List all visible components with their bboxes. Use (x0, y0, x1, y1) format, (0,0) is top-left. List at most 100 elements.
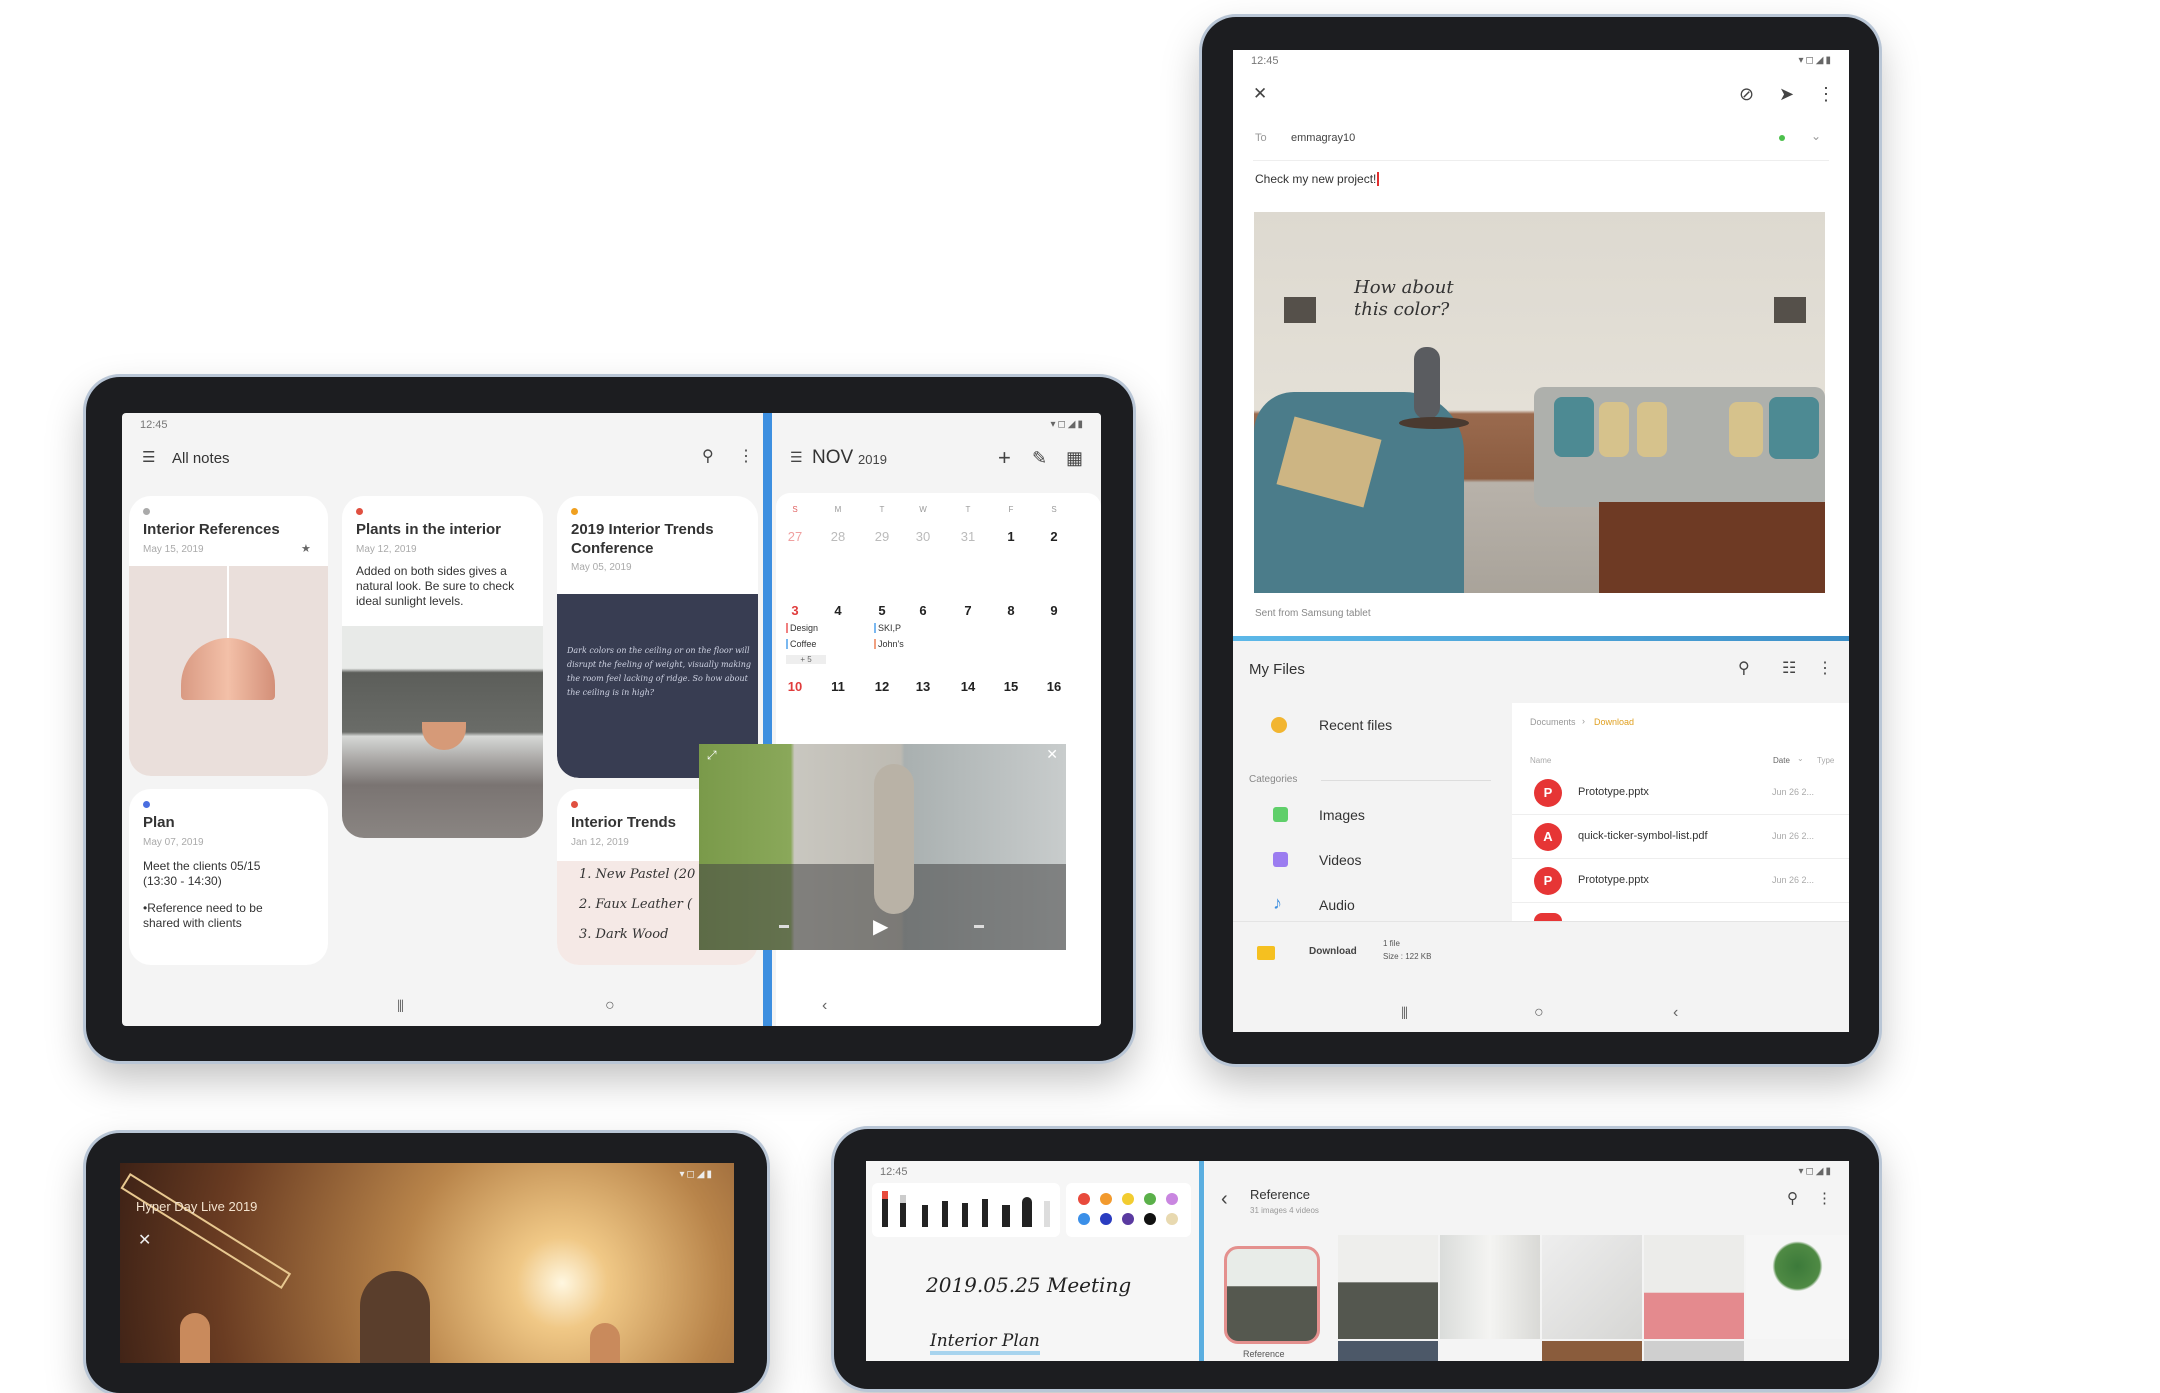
calendar-day[interactable]: 8 (996, 603, 1026, 618)
color-swatch[interactable] (1100, 1193, 1112, 1205)
calendar-day[interactable]: 11 (823, 679, 853, 694)
home-button[interactable]: ○ (605, 997, 615, 1015)
color-swatch[interactable] (1078, 1213, 1090, 1225)
calendar-day[interactable]: 9 (1039, 603, 1069, 618)
rewind-icon[interactable]: ▬ (779, 920, 789, 931)
column-date[interactable]: Date (1773, 756, 1790, 765)
color-swatch[interactable] (1166, 1213, 1178, 1225)
more-options-icon[interactable]: ⋮ (1817, 661, 1833, 677)
column-name[interactable]: Name (1530, 756, 1551, 765)
more-options-icon[interactable]: ⋮ (1817, 1191, 1832, 1206)
calendar-day[interactable]: 6 (908, 603, 938, 618)
search-icon[interactable]: ⚲ (702, 449, 714, 465)
color-swatch[interactable] (1100, 1213, 1112, 1225)
calendar-day[interactable]: 10 (780, 679, 810, 694)
file-row[interactable]: P Prototype.pptx Jun 26 2... (1512, 859, 1849, 903)
search-icon[interactable]: ⚲ (1787, 1191, 1798, 1206)
send-icon[interactable]: ➤ (1779, 85, 1794, 103)
sort-chevron-icon[interactable]: ⌄ (1797, 754, 1804, 763)
color-palette[interactable] (1066, 1183, 1191, 1237)
calendar-day[interactable]: 28 (823, 529, 853, 544)
note-card[interactable]: Interior References May 15, 2019 ★ (129, 496, 328, 776)
color-swatch[interactable] (1166, 1193, 1178, 1205)
file-row[interactable]: A quick-ticker-symbol-list.pdf Jun 26 2.… (1512, 815, 1849, 859)
calendar-day[interactable]: 3 (780, 603, 810, 618)
calendar-day[interactable]: 14 (953, 679, 983, 694)
calendar-day[interactable]: 31 (953, 529, 983, 544)
recents-button[interactable]: ⦀ (1401, 1006, 1408, 1024)
back-button[interactable]: ‹ (822, 997, 827, 1015)
calendar-month[interactable]: NOV (812, 447, 853, 469)
add-icon[interactable]: + (998, 447, 1011, 469)
calendar-icon[interactable]: ▦ (1066, 449, 1083, 467)
note-card[interactable]: 2019 Interior Trends Conference May 05, … (557, 496, 758, 778)
album-thumbnail[interactable] (1224, 1246, 1320, 1344)
back-icon[interactable]: ‹ (1221, 1189, 1228, 1209)
expand-icon[interactable]: ⤢ (707, 748, 717, 763)
photo-thumbnail[interactable] (1440, 1235, 1540, 1339)
calendar-event[interactable]: Design (786, 623, 818, 633)
color-swatch[interactable] (1144, 1193, 1156, 1205)
calendar-event[interactable]: Coffee (786, 639, 816, 649)
calendar-day[interactable]: 16 (1039, 679, 1069, 694)
calendar-day[interactable]: 2 (1039, 529, 1069, 544)
color-swatch[interactable] (1078, 1193, 1090, 1205)
note-card[interactable]: Plan May 07, 2019 Meet the clients 05/15… (129, 789, 328, 965)
recipient-field[interactable]: emmagray10 (1291, 132, 1355, 144)
color-swatch[interactable] (1122, 1213, 1134, 1225)
attach-icon[interactable]: ⊘ (1739, 85, 1754, 103)
home-button[interactable]: ○ (1534, 1004, 1544, 1022)
calendar-day[interactable]: 30 (908, 529, 938, 544)
photo-thumbnail[interactable] (1746, 1235, 1849, 1339)
shrink-icon[interactable]: ✕ (138, 1230, 151, 1250)
category-images[interactable]: Images (1233, 801, 1503, 831)
calendar-day[interactable]: 29 (867, 529, 897, 544)
calendar-day[interactable]: 12 (867, 679, 897, 694)
split-divider[interactable] (1199, 1161, 1204, 1361)
photo-thumbnail[interactable] (1644, 1235, 1744, 1339)
photo-thumbnail[interactable] (1338, 1235, 1438, 1339)
forward-icon[interactable]: ▬ (974, 920, 984, 931)
search-icon[interactable]: ⚲ (1738, 661, 1750, 677)
menu-icon[interactable]: ☰ (142, 450, 155, 465)
file-row[interactable]: P Prototype.pptx Jun 26 2... (1512, 771, 1849, 815)
chevron-down-icon[interactable]: ⌄ (1811, 130, 1821, 142)
back-button[interactable]: ‹ (1673, 1004, 1678, 1022)
more-options-icon[interactable]: ⋮ (738, 449, 754, 465)
calendar-day[interactable]: 15 (996, 679, 1026, 694)
video-screen[interactable]: Hyper Day Live 2019 ✕ ▾◻◢▮ (120, 1163, 734, 1363)
breadcrumb-parent[interactable]: Documents (1530, 717, 1576, 727)
recents-button[interactable]: ⦀ (397, 999, 404, 1017)
photo-thumbnail[interactable] (1338, 1341, 1438, 1361)
menu-icon[interactable]: ☰ (790, 450, 803, 464)
calendar-day[interactable]: 1 (996, 529, 1026, 544)
pen-toolbar[interactable] (872, 1183, 1060, 1237)
calendar-day[interactable]: 5 (867, 603, 897, 618)
color-swatch[interactable] (1144, 1213, 1156, 1225)
recent-files-item[interactable]: Recent files (1233, 711, 1503, 741)
calendar-event[interactable]: SKI,P (874, 623, 901, 633)
calendar-day[interactable]: 4 (823, 603, 853, 618)
category-audio[interactable]: ♪ Audio (1233, 891, 1503, 921)
pip-video[interactable]: ⤢ ✕ ▶ ▬ ▬ (699, 744, 1066, 950)
page-title: All notes (172, 450, 230, 467)
column-type[interactable]: Type (1817, 756, 1834, 765)
calendar-day[interactable]: 7 (953, 603, 983, 618)
more-events-badge[interactable]: + 5 (786, 655, 826, 664)
photo-thumbnail[interactable] (1644, 1341, 1744, 1361)
note-card[interactable]: Plants in the interior May 12, 2019 Adde… (342, 496, 543, 838)
list-view-icon[interactable]: ☷ (1782, 661, 1796, 677)
color-swatch[interactable] (1122, 1193, 1134, 1205)
calendar-event[interactable]: John's (874, 639, 904, 649)
photo-thumbnail[interactable] (1542, 1341, 1642, 1361)
more-options-icon[interactable]: ⋮ (1817, 85, 1835, 103)
close-icon[interactable]: ✕ (1253, 85, 1267, 102)
calendar-day[interactable]: 27 (780, 529, 810, 544)
calendar-day[interactable]: 13 (908, 679, 938, 694)
play-icon[interactable]: ▶ (873, 914, 888, 939)
subject-field[interactable]: Check my new project! (1255, 172, 1380, 186)
close-icon[interactable]: ✕ (1046, 746, 1058, 763)
category-videos[interactable]: Videos (1233, 846, 1503, 876)
pen-icon[interactable]: ✎ (1032, 449, 1047, 467)
photo-thumbnail[interactable] (1542, 1235, 1642, 1339)
